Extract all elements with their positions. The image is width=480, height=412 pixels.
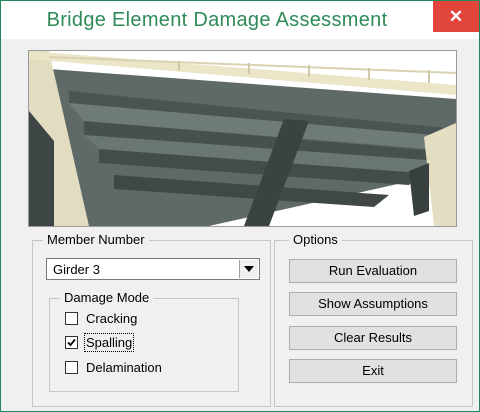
member-number-label: Member Number bbox=[43, 232, 149, 247]
spalling-checkbox[interactable] bbox=[65, 336, 78, 349]
exit-button[interactable]: Exit bbox=[289, 359, 457, 383]
cracking-label: Cracking bbox=[86, 311, 138, 326]
title-bar: Bridge Element Damage Assessment ✕ bbox=[1, 1, 479, 39]
member-select[interactable]: Girder 3 bbox=[46, 258, 260, 280]
spalling-label: Spalling bbox=[83, 333, 135, 352]
show-assumptions-button[interactable]: Show Assumptions bbox=[289, 292, 457, 316]
clear-results-button[interactable]: Clear Results bbox=[289, 326, 457, 350]
cracking-checkbox[interactable] bbox=[65, 312, 78, 325]
close-icon: ✕ bbox=[448, 7, 464, 26]
options-label: Options bbox=[289, 232, 342, 247]
member-select-value: Girder 3 bbox=[53, 262, 100, 277]
run-evaluation-button[interactable]: Run Evaluation bbox=[289, 259, 457, 283]
damage-mode-label: Damage Mode bbox=[60, 290, 154, 305]
bridge-render bbox=[29, 51, 456, 226]
checkmark-icon bbox=[67, 338, 76, 347]
chevron-down-icon bbox=[244, 266, 254, 272]
bridge-image bbox=[28, 50, 457, 227]
dropdown-button[interactable] bbox=[239, 260, 258, 278]
delamination-label: Delamination bbox=[86, 360, 162, 375]
delamination-checkbox[interactable] bbox=[65, 361, 78, 374]
close-button[interactable]: ✕ bbox=[433, 1, 479, 32]
window-title: Bridge Element Damage Assessment bbox=[46, 9, 388, 31]
assessment-window: Bridge Element Damage Assessment ✕ Membe… bbox=[0, 0, 480, 412]
